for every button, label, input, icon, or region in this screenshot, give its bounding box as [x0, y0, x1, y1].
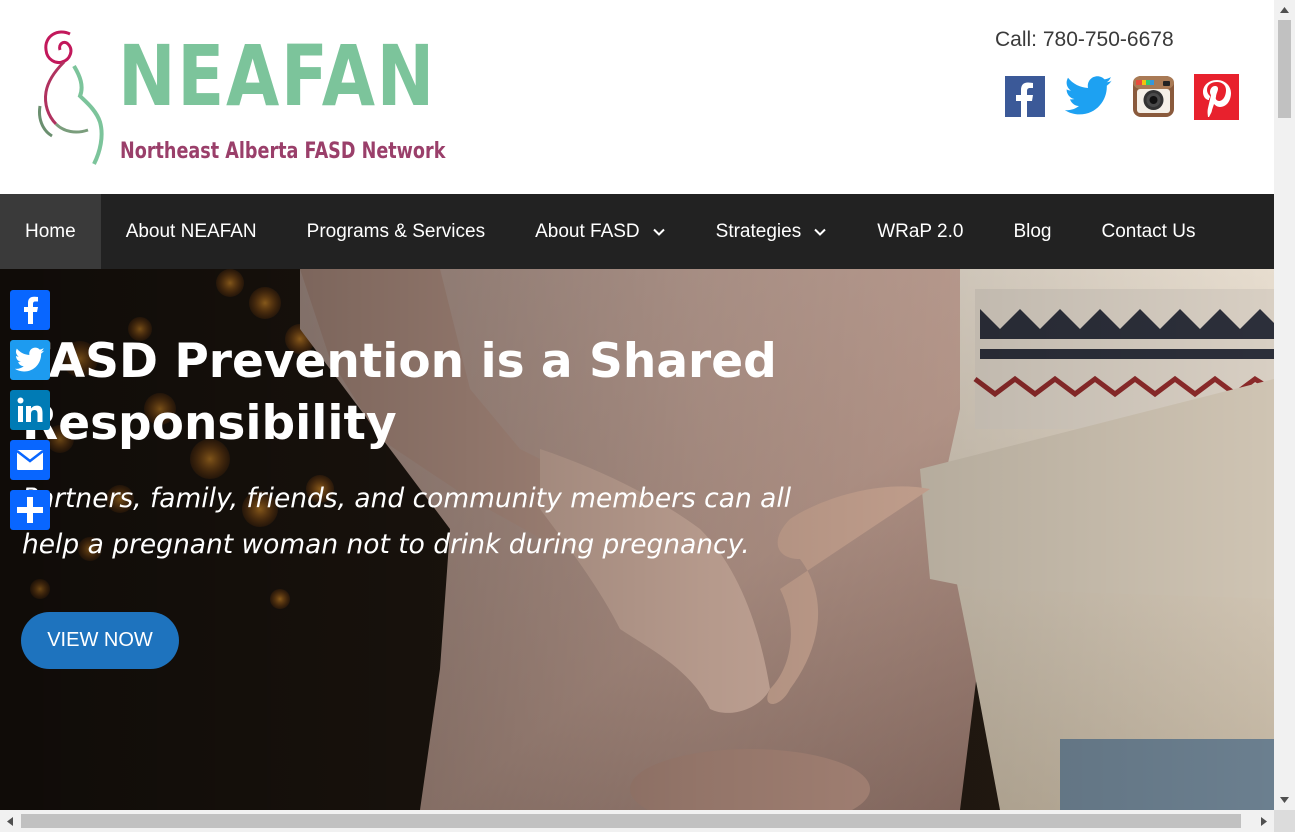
site-header: NEAFAN Northeast Alberta FASD Network Ca… — [0, 0, 1274, 194]
nav-item-programs-services[interactable]: Programs & Services — [282, 194, 510, 269]
chevron-down-icon — [814, 228, 826, 236]
call-phone-number[interactable]: Call: 780-750-6678 — [995, 28, 1174, 52]
nav-item-label: Contact Us — [1101, 220, 1196, 242]
pregnant-woman-logo-icon — [38, 30, 104, 165]
hero-subtitle: Partners, family, friends, and community… — [22, 483, 792, 560]
view-now-button[interactable]: VIEW NOW — [21, 612, 179, 669]
nav-item-contact-us[interactable]: Contact Us — [1076, 194, 1220, 269]
share-plus-icon[interactable] — [10, 490, 50, 530]
nav-item-wrap[interactable]: WRaP 2.0 — [852, 194, 988, 269]
vertical-scroll-thumb[interactable] — [1278, 20, 1291, 118]
nav-item-about-fasd[interactable]: About FASD — [510, 194, 691, 269]
instagram-icon[interactable] — [1133, 76, 1174, 117]
scroll-down-arrow-icon[interactable] — [1274, 790, 1295, 810]
twitter-icon[interactable] — [1064, 74, 1114, 118]
nav-item-about-neafan[interactable]: About NEAFAN — [101, 194, 282, 269]
pinterest-icon[interactable] — [1194, 74, 1239, 120]
nav-item-label: Home — [25, 220, 76, 242]
scroll-up-arrow-icon[interactable] — [1274, 0, 1295, 20]
scroll-right-arrow-icon[interactable] — [1254, 810, 1274, 832]
vertical-scrollbar[interactable] — [1274, 0, 1295, 810]
nav-item-label: Strategies — [715, 220, 802, 242]
facebook-share-icon[interactable] — [10, 290, 50, 330]
hero-title: FASD Prevention is a Shared Responsibili… — [22, 334, 777, 451]
chevron-down-icon — [652, 228, 665, 236]
nav-item-blog[interactable]: Blog — [988, 194, 1076, 269]
facebook-icon[interactable] — [1005, 76, 1045, 117]
hero-banner: FASD Prevention is a Shared Responsibili… — [0, 269, 1274, 810]
twitter-share-icon[interactable] — [10, 340, 50, 380]
scrollbar-corner — [1274, 810, 1295, 832]
main-navigation: Home About NEAFAN Programs & Services Ab… — [0, 194, 1274, 269]
site-logo[interactable]: NEAFAN Northeast Alberta FASD Network — [34, 26, 445, 171]
page: NEAFAN Northeast Alberta FASD Network Ca… — [0, 0, 1274, 810]
linkedin-share-icon[interactable] — [10, 390, 50, 430]
nav-item-label: Blog — [1013, 220, 1052, 242]
nav-item-label: About NEAFAN — [125, 220, 257, 242]
nav-item-label: About FASD — [535, 220, 640, 242]
nav-item-home[interactable]: Home — [0, 194, 101, 269]
nav-item-label: Programs & Services — [306, 220, 486, 242]
horizontal-scroll-thumb[interactable] — [21, 814, 1241, 828]
nav-item-strategies[interactable]: Strategies — [691, 194, 853, 269]
logo-title: NEAFAN — [118, 27, 436, 125]
logo-subtitle: Northeast Alberta FASD Network — [120, 139, 446, 164]
horizontal-scrollbar[interactable] — [0, 810, 1274, 832]
nav-item-label: WRaP 2.0 — [877, 220, 964, 242]
scroll-left-arrow-icon[interactable] — [0, 810, 20, 832]
email-share-icon[interactable] — [10, 440, 50, 480]
